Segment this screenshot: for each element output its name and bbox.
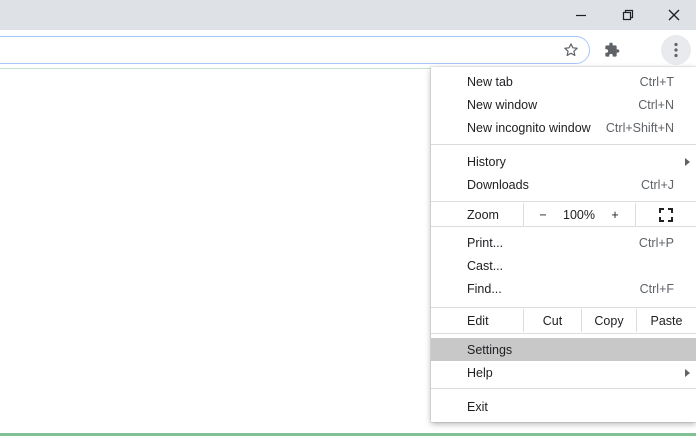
zoom-out-label: −: [539, 207, 547, 222]
submenu-arrow-icon: [685, 369, 690, 377]
menu-item-label: New incognito window: [467, 120, 591, 135]
menu-item-shortcut: Ctrl+F: [639, 281, 674, 296]
zoom-label: Zoom: [467, 207, 499, 222]
fullscreen-button[interactable]: [636, 203, 696, 226]
menu-item-label: Print...: [467, 235, 504, 250]
toolbar: [0, 30, 696, 69]
address-bar[interactable]: [0, 36, 590, 64]
menu-separator: [431, 144, 696, 145]
title-bar: [0, 0, 696, 30]
menu-item-downloads[interactable]: Downloads Ctrl+J: [431, 173, 696, 196]
cut-button[interactable]: Cut: [524, 309, 581, 332]
zoom-out-button[interactable]: −: [524, 203, 562, 226]
chrome-menu: New tab Ctrl+T New window Ctrl+N New inc…: [431, 67, 696, 422]
menu-item-shortcut: Ctrl+N: [638, 97, 674, 112]
menu-item-new-incognito-window[interactable]: New incognito window Ctrl+Shift+N: [431, 116, 696, 139]
menu-item-find[interactable]: Find... Ctrl+F: [431, 277, 696, 300]
menu-item-help[interactable]: Help: [431, 361, 696, 384]
submenu-arrow-icon: [685, 158, 690, 166]
menu-item-settings[interactable]: Settings: [431, 338, 696, 361]
menu-separator: [431, 226, 696, 227]
menu-separator: [431, 333, 696, 334]
zoom-in-button[interactable]: +: [596, 203, 634, 226]
menu-separator: [431, 307, 696, 308]
zoom-level-value: 100%: [563, 207, 595, 222]
zoom-in-label: +: [611, 207, 619, 222]
menu-item-label: Find...: [467, 281, 502, 296]
menu-item-label: Settings: [467, 342, 513, 357]
edit-label: Edit: [467, 313, 489, 328]
menu-item-new-tab[interactable]: New tab Ctrl+T: [431, 70, 696, 93]
menu-item-shortcut: Ctrl+T: [639, 74, 674, 89]
restore-button[interactable]: [605, 0, 651, 30]
menu-row-zoom: Zoom − 100% +: [431, 203, 696, 226]
star-icon: [564, 43, 578, 57]
menu-item-history[interactable]: History: [431, 150, 696, 173]
menu-item-label: Help: [467, 365, 493, 380]
bookmark-button[interactable]: [558, 37, 584, 63]
puzzle-icon: [605, 42, 620, 57]
menu-item-label: New window: [467, 97, 538, 112]
menu-item-cast[interactable]: Cast...: [431, 254, 696, 277]
zoom-level: 100%: [562, 203, 596, 226]
paste-label: Paste: [650, 313, 683, 328]
menu-item-label: Downloads: [467, 177, 529, 192]
chrome-menu-button[interactable]: [661, 35, 691, 65]
minimize-button[interactable]: [558, 0, 604, 30]
menu-row-edit: Edit Cut Copy Paste: [431, 309, 696, 332]
copy-label: Copy: [594, 313, 624, 328]
menu-separator: [431, 201, 696, 202]
menu-item-print[interactable]: Print... Ctrl+P: [431, 231, 696, 254]
paste-button[interactable]: Paste: [637, 309, 696, 332]
restore-icon: [622, 9, 634, 21]
menu-separator: [431, 388, 696, 389]
close-icon: [668, 9, 680, 21]
menu-item-shortcut: Ctrl+J: [641, 177, 674, 192]
menu-item-label: New tab: [467, 74, 513, 89]
menu-item-label: Exit: [467, 399, 488, 414]
extensions-button[interactable]: [598, 36, 626, 64]
close-button[interactable]: [651, 0, 696, 30]
menu-item-new-window[interactable]: New window Ctrl+N: [431, 93, 696, 116]
menu-item-shortcut: Ctrl+Shift+N: [605, 120, 674, 135]
minimize-icon: [576, 14, 586, 17]
kebab-icon: [674, 42, 678, 58]
menu-item-label: Cast...: [467, 258, 504, 273]
menu-item-label: History: [467, 154, 506, 169]
cut-label: Cut: [542, 313, 563, 328]
menu-item-exit[interactable]: Exit: [431, 395, 696, 418]
menu-item-shortcut: Ctrl+P: [638, 235, 674, 250]
fullscreen-icon: [659, 207, 673, 222]
copy-button[interactable]: Copy: [582, 309, 636, 332]
